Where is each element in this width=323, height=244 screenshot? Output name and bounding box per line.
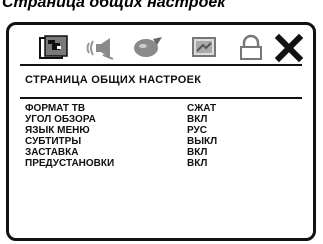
- setting-label: ФОРМАТ ТВ: [25, 103, 86, 114]
- setting-label: ЗАСТАВКА: [25, 147, 79, 158]
- setting-value: ВКЛ: [187, 147, 208, 158]
- general-setup-icon[interactable]: [37, 33, 73, 63]
- password-lock-icon[interactable]: [233, 33, 269, 63]
- header-divider: [20, 64, 302, 66]
- setting-row-menu-language[interactable]: ЯЗЫК МЕНЮ РУС: [25, 125, 295, 136]
- setting-row-defaults[interactable]: ПРЕДУСТАНОВКИ ВКЛ: [25, 158, 295, 169]
- settings-list: ФОРМАТ ТВ СЖАТ УГОЛ ОБЗОРА ВКЛ ЯЗЫК МЕНЮ…: [25, 103, 295, 169]
- setting-value: ВЫКЛ: [187, 136, 218, 147]
- setting-value: РУС: [187, 125, 207, 136]
- exit-icon[interactable]: [271, 33, 307, 63]
- setting-label: ЯЗЫК МЕНЮ: [25, 125, 90, 136]
- setting-value: СЖАТ: [187, 103, 217, 114]
- osd-screen: СТРАНИЦА ОБЩИХ НАСТРОЕК ФОРМАТ ТВ СЖАТ У…: [6, 22, 316, 241]
- video-setup-icon[interactable]: [129, 33, 165, 63]
- setting-value: ВКЛ: [187, 114, 208, 125]
- setting-row-screen-saver[interactable]: ЗАСТАВКА ВКЛ: [25, 147, 295, 158]
- setting-label: УГОЛ ОБЗОРА: [25, 114, 96, 125]
- setting-row-subtitles[interactable]: СУБТИТРЫ ВЫКЛ: [25, 136, 295, 147]
- preference-setup-icon[interactable]: [187, 33, 223, 63]
- title-divider: [20, 97, 302, 99]
- setup-toolbar: [37, 33, 307, 63]
- setting-label: ПРЕДУСТАНОВКИ: [25, 158, 115, 169]
- audio-setup-icon[interactable]: [83, 33, 119, 63]
- setting-row-angle-mark[interactable]: УГОЛ ОБЗОРА ВКЛ: [25, 114, 295, 125]
- setting-label: СУБТИТРЫ: [25, 136, 82, 147]
- setting-row-tv-format[interactable]: ФОРМАТ ТВ СЖАТ: [25, 103, 295, 114]
- page-caption: Страница общих настроек: [2, 0, 226, 11]
- page-title: СТРАНИЦА ОБЩИХ НАСТРОЕК: [25, 74, 202, 86]
- setting-value: ВКЛ: [187, 158, 208, 169]
